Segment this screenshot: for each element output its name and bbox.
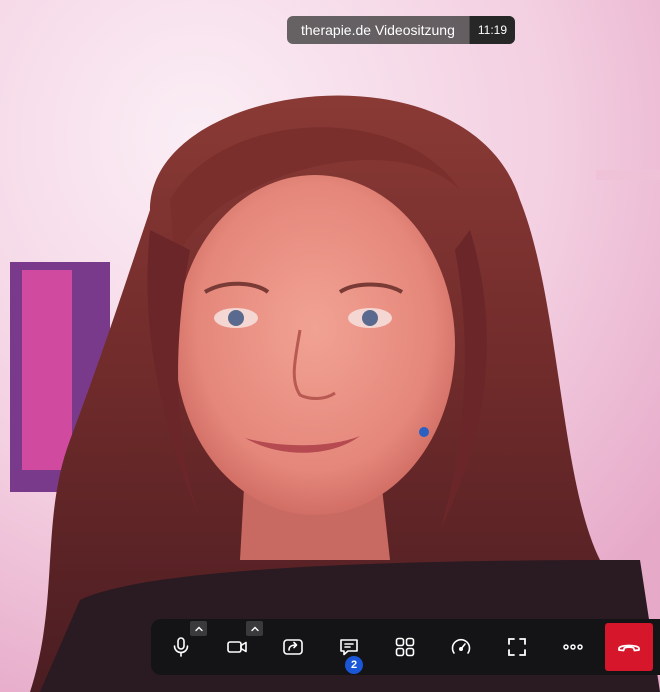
chat-button[interactable]: 2 (321, 619, 377, 675)
connection-quality-button[interactable] (433, 619, 489, 675)
share-screen-button[interactable] (265, 619, 321, 675)
session-timer: 11:19 (468, 16, 515, 44)
share-screen-icon (283, 639, 303, 655)
chat-bubble-icon (340, 639, 358, 656)
hang-up-icon (618, 644, 640, 652)
more-dots-icon (563, 644, 583, 650)
unread-messages-badge: 2 (345, 656, 363, 674)
fullscreen-button[interactable] (489, 619, 545, 675)
camera-options-button[interactable] (246, 621, 263, 636)
chevron-up-icon (194, 626, 203, 631)
speedometer-icon (451, 638, 471, 654)
microphone-icon (173, 637, 189, 657)
more-options-button[interactable] (545, 619, 601, 675)
layout-button[interactable] (377, 619, 433, 675)
hang-up-button[interactable] (605, 623, 653, 671)
microphone-options-button[interactable] (190, 621, 207, 636)
session-title-bar: therapie.de Videositzung 11:19 (287, 16, 515, 44)
session-title: therapie.de Videositzung (301, 22, 455, 38)
microphone-button[interactable] (153, 619, 209, 675)
camera-button[interactable] (209, 619, 265, 675)
participant-video-feed (0, 0, 660, 692)
chevron-up-icon (250, 626, 259, 631)
grid-layout-icon (395, 637, 415, 657)
fullscreen-icon (508, 638, 526, 656)
call-control-bar: 2 (151, 619, 660, 675)
video-camera-icon (227, 641, 247, 653)
video-call-window: therapie.de Videositzung 11:19 2 (0, 0, 660, 692)
